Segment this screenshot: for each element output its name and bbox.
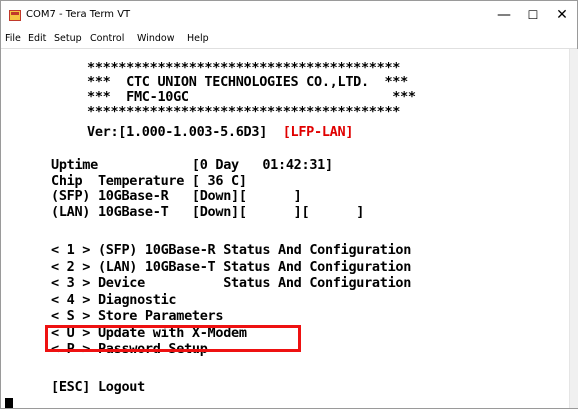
minimize-icon: —: [497, 7, 511, 23]
update-option-highlight: [45, 325, 301, 352]
tera-term-app-icon: [9, 10, 21, 21]
banner-model-line: *** FMC-10GC ***: [87, 89, 416, 105]
lan-status-line: (LAN) 10GBase-T [Down][ ][ ]: [51, 204, 365, 220]
close-button[interactable]: ✕: [545, 5, 578, 25]
menu-setup[interactable]: Setup: [54, 33, 82, 44]
terminal-cursor: [5, 398, 13, 408]
menu-file[interactable]: File: [5, 33, 21, 44]
close-icon: ✕: [556, 7, 568, 23]
menu-help[interactable]: Help: [187, 33, 209, 44]
menu-option-2[interactable]: < 2 > (LAN) 10GBase-T Status And Configu…: [51, 259, 411, 275]
logout-option[interactable]: [ESC] Logout: [51, 379, 145, 395]
banner-border-bottom: ****************************************: [87, 104, 401, 120]
version-label: Ver:[1.000-1.003-5.6D3]: [87, 124, 268, 140]
sfp-status-line: (SFP) 10GBase-R [Down][ ]: [51, 188, 302, 204]
uptime-line: Uptime [0 Day 01:42:31]: [51, 157, 333, 173]
menu-option-1[interactable]: < 1 > (SFP) 10GBase-R Status And Configu…: [51, 242, 411, 258]
vertical-scrollbar[interactable]: [569, 49, 578, 408]
tera-term-window: COM7 - Tera Term VT — ☐ ✕ File Edit Setu…: [0, 0, 578, 409]
menu-bar: File Edit Setup Control Window Help: [1, 30, 577, 49]
banner-company-line: *** CTC UNION TECHNOLOGIES CO.,LTD. ***: [87, 74, 408, 90]
menu-window[interactable]: Window: [137, 33, 174, 44]
chip-temperature-line: Chip Temperature [ 36 C]: [51, 173, 247, 189]
menu-control[interactable]: Control: [90, 33, 124, 44]
version-line: Ver:[1.000-1.003-5.6D3] [LFP-LAN]: [87, 124, 353, 140]
menu-option-s[interactable]: < S > Store Parameters: [51, 308, 224, 324]
window-title: COM7 - Tera Term VT: [26, 9, 131, 20]
menu-edit[interactable]: Edit: [28, 33, 46, 44]
version-tag: [LFP-LAN]: [282, 124, 354, 140]
maximize-icon: ☐: [527, 8, 539, 22]
terminal-screen[interactable]: ****************************************…: [3, 49, 569, 408]
menu-option-4[interactable]: < 4 > Diagnostic: [51, 292, 177, 308]
title-bar[interactable]: COM7 - Tera Term VT — ☐ ✕: [1, 1, 577, 30]
menu-option-3[interactable]: < 3 > Device Status And Configuration: [51, 275, 411, 291]
